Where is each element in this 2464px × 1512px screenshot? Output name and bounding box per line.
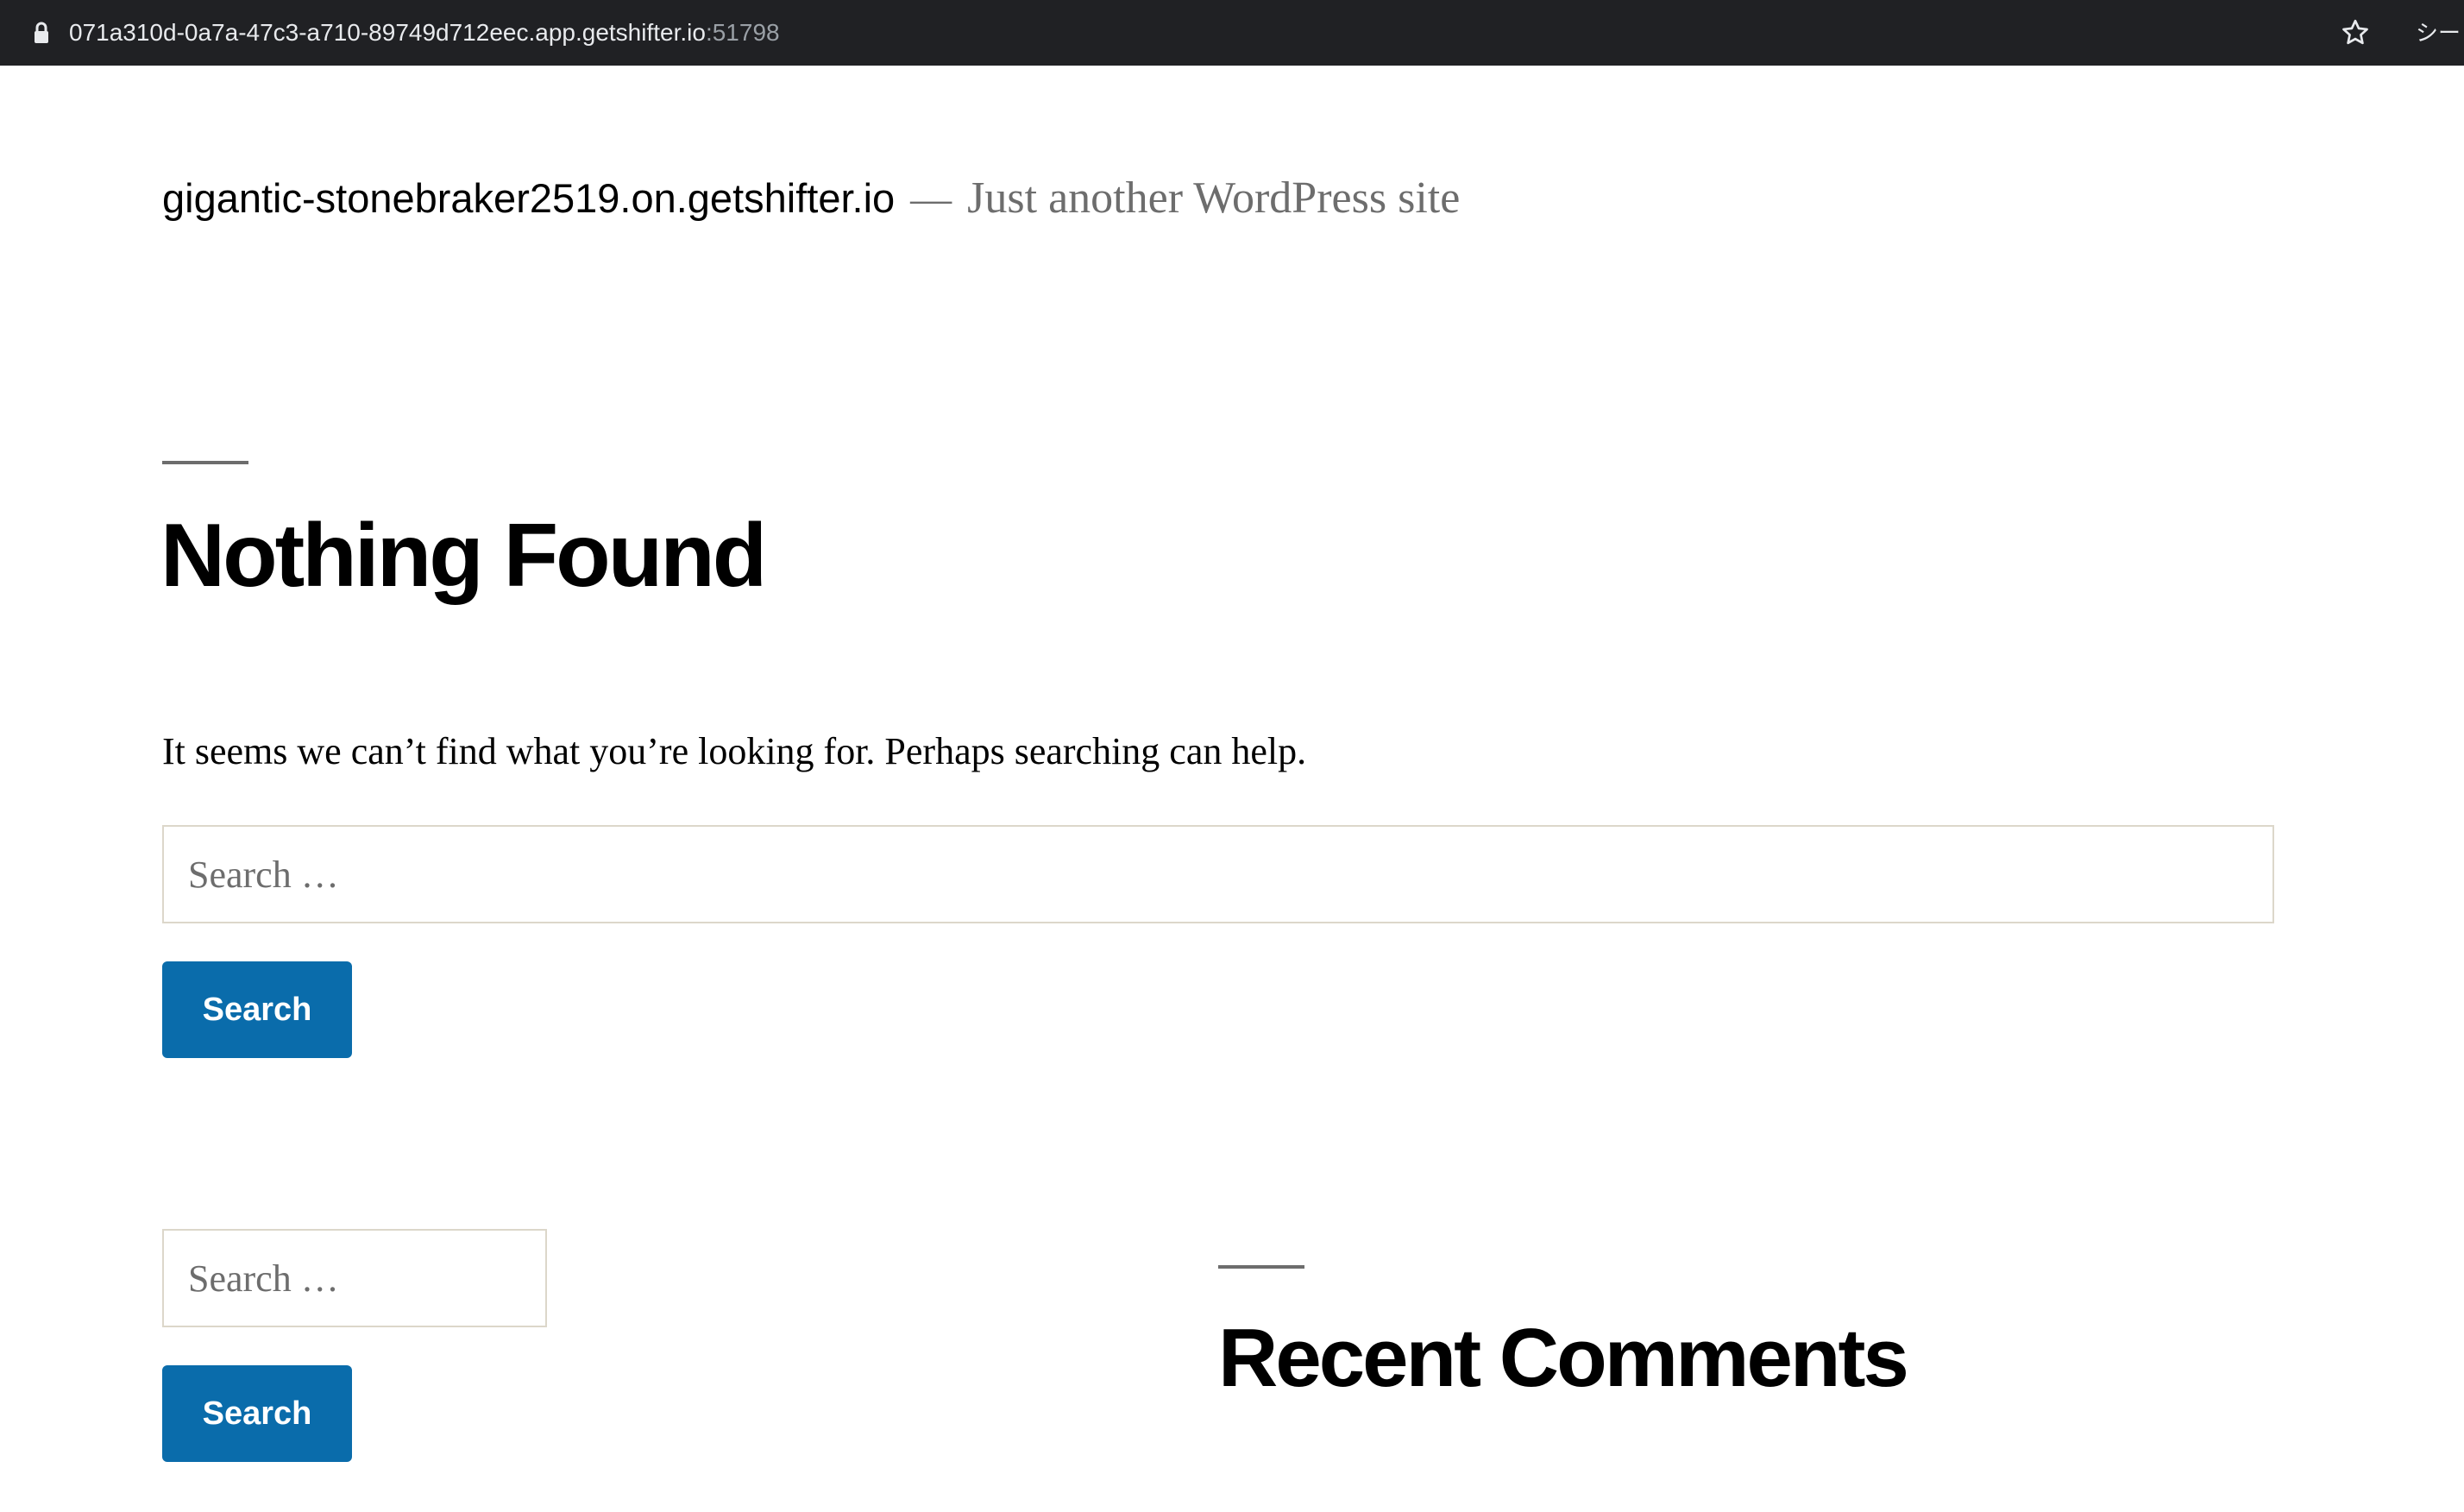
page-title: Nothing Found — [160, 506, 767, 606]
address-url[interactable]: 071a310d-0a7a-47c3-a710-89749d712eec.app… — [69, 16, 780, 50]
site-title[interactable]: gigantic-stonebraker2519.on.getshifter.i… — [162, 175, 895, 221]
site-header: gigantic-stonebraker2519.on.getshifter.i… — [162, 173, 1460, 242]
recent-comments-heading: Recent Comments — [1218, 1312, 1909, 1404]
site-description: Just another WordPress site — [967, 173, 1461, 223]
widget-search-input[interactable] — [162, 1229, 547, 1327]
browser-address-bar: 071a310d-0a7a-47c3-a710-89749d712eec.app… — [0, 0, 2464, 66]
url-port: :51798 — [705, 19, 780, 46]
main-search-button[interactable]: Search — [162, 961, 352, 1058]
page-title-divider — [162, 461, 248, 464]
extension-label[interactable]: シー — [2416, 16, 2464, 50]
bookmark-star-icon[interactable] — [2340, 17, 2371, 48]
lock-icon — [35, 22, 48, 43]
main-search-input[interactable] — [162, 825, 2274, 923]
site-title-separator: — — [910, 176, 952, 222]
recent-comments-divider — [1218, 1265, 1304, 1269]
widget-search-button[interactable]: Search — [162, 1365, 352, 1462]
no-results-message: It seems we can’t find what you’re looki… — [162, 730, 1307, 772]
url-host: 071a310d-0a7a-47c3-a710-89749d712eec.app… — [69, 19, 706, 46]
